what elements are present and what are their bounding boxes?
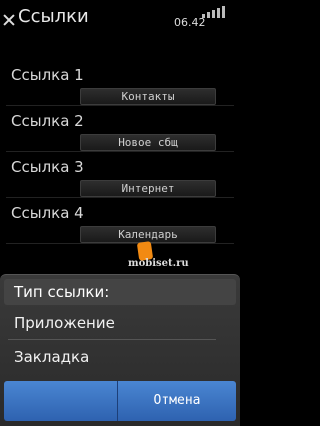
link-label: Ссылка 4 bbox=[11, 204, 84, 222]
link-item[interactable]: Ссылка 1 Контакты bbox=[0, 60, 240, 106]
link-value[interactable]: Контакты bbox=[80, 88, 216, 105]
divider bbox=[6, 243, 234, 244]
link-item[interactable]: Ссылка 4 Календарь bbox=[0, 198, 240, 244]
link-label: Ссылка 1 bbox=[11, 66, 84, 84]
sheet-header: Тип ссылки: bbox=[4, 279, 236, 305]
link-label: Ссылка 3 bbox=[11, 158, 84, 176]
sheet-buttons: Отмена bbox=[4, 381, 236, 421]
title-row: Ссылки bbox=[2, 6, 89, 27]
page-title: Ссылки bbox=[18, 6, 89, 27]
link-item[interactable]: Ссылка 2 Новое сбщ bbox=[0, 106, 240, 152]
link-type-sheet: Тип ссылки: Приложение Закладка Отмена bbox=[0, 274, 240, 426]
left-softkey-button[interactable] bbox=[4, 381, 118, 421]
option-application[interactable]: Приложение bbox=[0, 307, 240, 339]
link-value[interactable]: Новое сбщ bbox=[80, 134, 216, 151]
signal-icon bbox=[202, 6, 232, 18]
link-label: Ссылка 2 bbox=[11, 112, 84, 130]
watermark-text: mobiset.ru bbox=[128, 258, 189, 269]
option-bookmark[interactable]: Закладка bbox=[0, 341, 240, 373]
links-list: Ссылка 1 Контакты Ссылка 2 Новое сбщ Ссы… bbox=[0, 60, 240, 244]
link-item[interactable]: Ссылка 3 Интернет bbox=[0, 152, 240, 198]
status-bar: Ссылки 06.42 bbox=[0, 0, 240, 50]
link-value[interactable]: Интернет bbox=[80, 180, 216, 197]
close-icon[interactable] bbox=[2, 13, 16, 27]
divider bbox=[8, 339, 216, 340]
cancel-button[interactable]: Отмена bbox=[118, 381, 236, 421]
clock: 06.42 bbox=[174, 16, 206, 29]
